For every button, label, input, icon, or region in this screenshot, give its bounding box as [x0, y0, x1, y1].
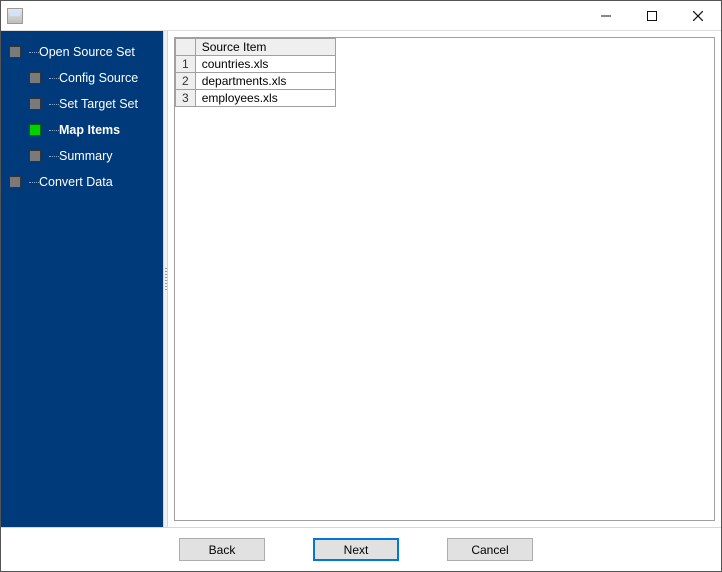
column-header-source-item[interactable]: Source Item: [195, 39, 335, 56]
step-label: Open Source Set: [39, 45, 135, 59]
close-button[interactable]: [675, 1, 721, 30]
step-open-source-set[interactable]: Open Source Set: [1, 39, 163, 65]
body: Open Source Set Config Source Set Target…: [1, 31, 721, 527]
source-item-grid-container: Source Item 1 countries.xls 2 department…: [174, 37, 715, 521]
step-node-icon: [29, 150, 41, 162]
step-node-icon: [29, 98, 41, 110]
minimize-button[interactable]: [583, 1, 629, 30]
back-button[interactable]: Back: [179, 538, 265, 561]
step-convert-data[interactable]: Convert Data: [1, 169, 163, 195]
next-button[interactable]: Next: [313, 538, 399, 561]
grid-corner[interactable]: [176, 39, 196, 56]
maximize-button[interactable]: [629, 1, 675, 30]
titlebar: [1, 1, 721, 31]
step-config-source[interactable]: Config Source: [1, 65, 163, 91]
titlebar-left: [1, 8, 29, 24]
table-row[interactable]: 1 countries.xls: [176, 56, 336, 73]
step-label: Config Source: [59, 71, 138, 85]
row-number[interactable]: 2: [176, 73, 196, 90]
step-label: Map Items: [59, 123, 120, 137]
content-area: Source Item 1 countries.xls 2 department…: [168, 31, 721, 527]
step-node-icon: [29, 124, 41, 136]
step-map-items[interactable]: Map Items: [1, 117, 163, 143]
wizard-step-tree: Open Source Set Config Source Set Target…: [1, 39, 163, 195]
step-label: Summary: [59, 149, 112, 163]
app-icon: [7, 8, 23, 24]
table-row[interactable]: 2 departments.xls: [176, 73, 336, 90]
source-item-cell[interactable]: departments.xls: [195, 73, 335, 90]
wizard-footer: Back Next Cancel: [1, 527, 721, 571]
wizard-sidebar: Open Source Set Config Source Set Target…: [1, 31, 163, 527]
source-item-cell[interactable]: employees.xls: [195, 90, 335, 107]
window-controls: [583, 1, 721, 30]
source-item-grid[interactable]: Source Item 1 countries.xls 2 department…: [175, 38, 336, 107]
step-node-icon: [9, 176, 21, 188]
table-row[interactable]: 3 employees.xls: [176, 90, 336, 107]
splitter-handle[interactable]: [163, 31, 168, 527]
step-label: Convert Data: [39, 175, 113, 189]
step-label: Set Target Set: [59, 97, 138, 111]
row-number[interactable]: 3: [176, 90, 196, 107]
wizard-window: Open Source Set Config Source Set Target…: [0, 0, 722, 572]
step-summary[interactable]: Summary: [1, 143, 163, 169]
row-number[interactable]: 1: [176, 56, 196, 73]
step-node-icon: [29, 72, 41, 84]
step-set-target-set[interactable]: Set Target Set: [1, 91, 163, 117]
step-node-icon: [9, 46, 21, 58]
cancel-button[interactable]: Cancel: [447, 538, 533, 561]
source-item-cell[interactable]: countries.xls: [195, 56, 335, 73]
